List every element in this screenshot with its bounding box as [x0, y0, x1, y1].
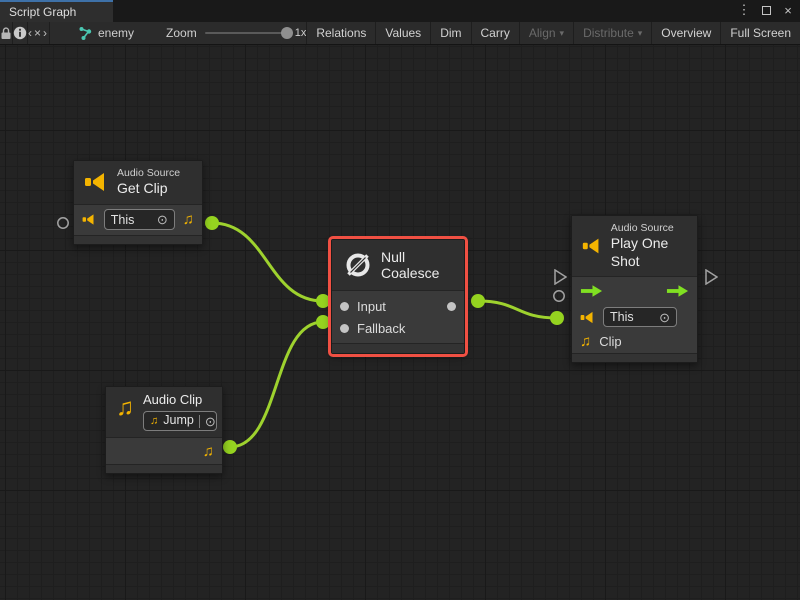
null-coalesce-icon — [344, 251, 372, 279]
node-header: Audio Source Play One Shot — [572, 216, 697, 277]
node-title: Audio Clip — [143, 392, 217, 408]
flow-output-port[interactable] — [704, 269, 718, 285]
overview-button[interactable]: Overview — [651, 22, 720, 44]
input-port-label: Input — [357, 299, 386, 314]
this-value: This — [111, 213, 152, 227]
wire-endpoint[interactable] — [316, 294, 330, 308]
wire-endpoint[interactable] — [471, 294, 485, 308]
node-footer — [106, 464, 222, 473]
object-picker-icon[interactable]: ⊙ — [199, 415, 216, 428]
this-value: This — [610, 310, 654, 324]
input-port[interactable] — [340, 302, 349, 311]
node-category: Audio Source — [611, 222, 685, 235]
getclip-this-input-port[interactable] — [56, 216, 70, 230]
relations-button[interactable]: Relations — [306, 22, 375, 44]
object-picker-icon[interactable]: ⊙ — [157, 213, 168, 226]
audio-clip-icon: ♫ — [116, 396, 134, 420]
graph-canvas[interactable]: Audio Source Get Clip This ⊙ ♫ — [0, 45, 800, 600]
code-view-button[interactable]: ‹×› — [28, 22, 50, 44]
node-title: Null Coalesce — [381, 249, 452, 281]
script-graph-window: Script Graph ⋮ × ‹×› — [0, 0, 800, 600]
titlebar-icons: ⋮ × — [736, 0, 796, 20]
audio-source-icon — [582, 234, 602, 258]
audio-source-icon — [82, 212, 96, 227]
wire-output-to-clip[interactable] — [478, 301, 557, 318]
toolbar-buttons: Relations Values Dim Carry Align▾ Distri… — [306, 22, 800, 44]
node-title: Get Clip — [117, 180, 180, 198]
carry-button[interactable]: Carry — [471, 22, 519, 44]
flow-input-port[interactable] — [553, 269, 567, 285]
node-title: Play One Shot — [611, 235, 685, 270]
result-output-port[interactable] — [447, 302, 456, 311]
info-icon — [13, 26, 27, 40]
lock-button[interactable] — [0, 22, 13, 44]
tab-bar: Script Graph ⋮ × — [0, 0, 800, 22]
node-get-clip[interactable]: Audio Source Get Clip This ⊙ ♫ — [73, 160, 203, 245]
node-category: Audio Source — [117, 167, 180, 180]
tab-script-graph[interactable]: Script Graph — [0, 0, 113, 22]
dim-button[interactable]: Dim — [430, 22, 470, 44]
zoom-value: 1x — [295, 27, 307, 39]
wire-endpoint[interactable] — [316, 315, 330, 329]
fallback-port-label: Fallback — [357, 321, 405, 336]
node-footer — [572, 353, 697, 362]
audio-clip-port-icon: ♫ — [580, 334, 591, 349]
node-footer — [332, 343, 464, 353]
wire-endpoint[interactable] — [205, 216, 219, 230]
flow-out-arrow-icon[interactable] — [666, 284, 689, 298]
node-play-one-shot[interactable]: Audio Source Play One Shot — [571, 215, 698, 363]
chevron-down-icon: ▾ — [638, 28, 643, 39]
zoom-label: Zoom — [166, 26, 197, 40]
wire-getclip-to-input[interactable] — [212, 223, 323, 301]
graph-toolbar: ‹×› enemy Zoom 1x Relations Values Dim C… — [0, 22, 800, 45]
info-button[interactable] — [13, 22, 28, 44]
audio-source-icon — [580, 310, 595, 325]
graph-icon — [78, 26, 93, 41]
node-audio-clip-variable[interactable]: ♫ Audio Clip ♫ Jump ⊙ ♫ — [105, 386, 223, 474]
fullscreen-button[interactable]: Full Screen — [720, 22, 800, 44]
node-null-coalesce[interactable]: Null Coalesce Input Fallback — [331, 239, 465, 354]
distribute-button: Distribute▾ — [573, 22, 651, 44]
zoom-control: Zoom 1x — [166, 22, 306, 44]
fallback-port[interactable] — [340, 324, 349, 333]
zoom-slider[interactable] — [205, 32, 287, 34]
close-icon[interactable]: × — [780, 2, 796, 18]
maximize-icon[interactable] — [758, 2, 774, 18]
audio-clip-port-icon: ♫ — [183, 212, 194, 227]
wire-endpoint[interactable] — [550, 311, 564, 325]
node-header: Audio Source Get Clip — [74, 161, 202, 205]
audio-clip-icon: ♫ — [150, 416, 158, 427]
values-button[interactable]: Values — [375, 22, 430, 44]
variable-field[interactable]: ♫ Jump ⊙ — [143, 411, 217, 431]
this-target-field[interactable]: This ⊙ — [104, 209, 175, 230]
clip-port-label: Clip — [599, 334, 621, 349]
flow-in-arrow-icon[interactable] — [580, 284, 603, 298]
node-header: ♫ Audio Clip ♫ Jump ⊙ — [106, 387, 222, 438]
zoom-slider-handle[interactable] — [281, 27, 293, 39]
node-footer — [74, 235, 202, 244]
tab-title: Script Graph — [9, 5, 76, 19]
playoneshot-this-input-port[interactable] — [552, 289, 566, 303]
this-target-field[interactable]: This ⊙ — [603, 307, 677, 327]
graph-owner-indicator[interactable]: enemy — [78, 22, 134, 44]
audio-clip-port-icon: ♫ — [203, 444, 214, 459]
kebab-menu-icon[interactable]: ⋮ — [736, 2, 752, 18]
graph-name: enemy — [98, 26, 134, 40]
object-picker-icon[interactable]: ⊙ — [659, 311, 670, 324]
wire-endpoint[interactable] — [223, 440, 237, 454]
align-button: Align▾ — [519, 22, 573, 44]
chevron-down-icon: ▾ — [560, 28, 565, 39]
wire-audioclip-to-fallback[interactable] — [230, 322, 323, 447]
node-header: Null Coalesce — [332, 240, 464, 291]
variable-value: Jump — [163, 413, 194, 429]
lock-icon — [0, 27, 12, 40]
audio-source-icon — [84, 170, 108, 194]
